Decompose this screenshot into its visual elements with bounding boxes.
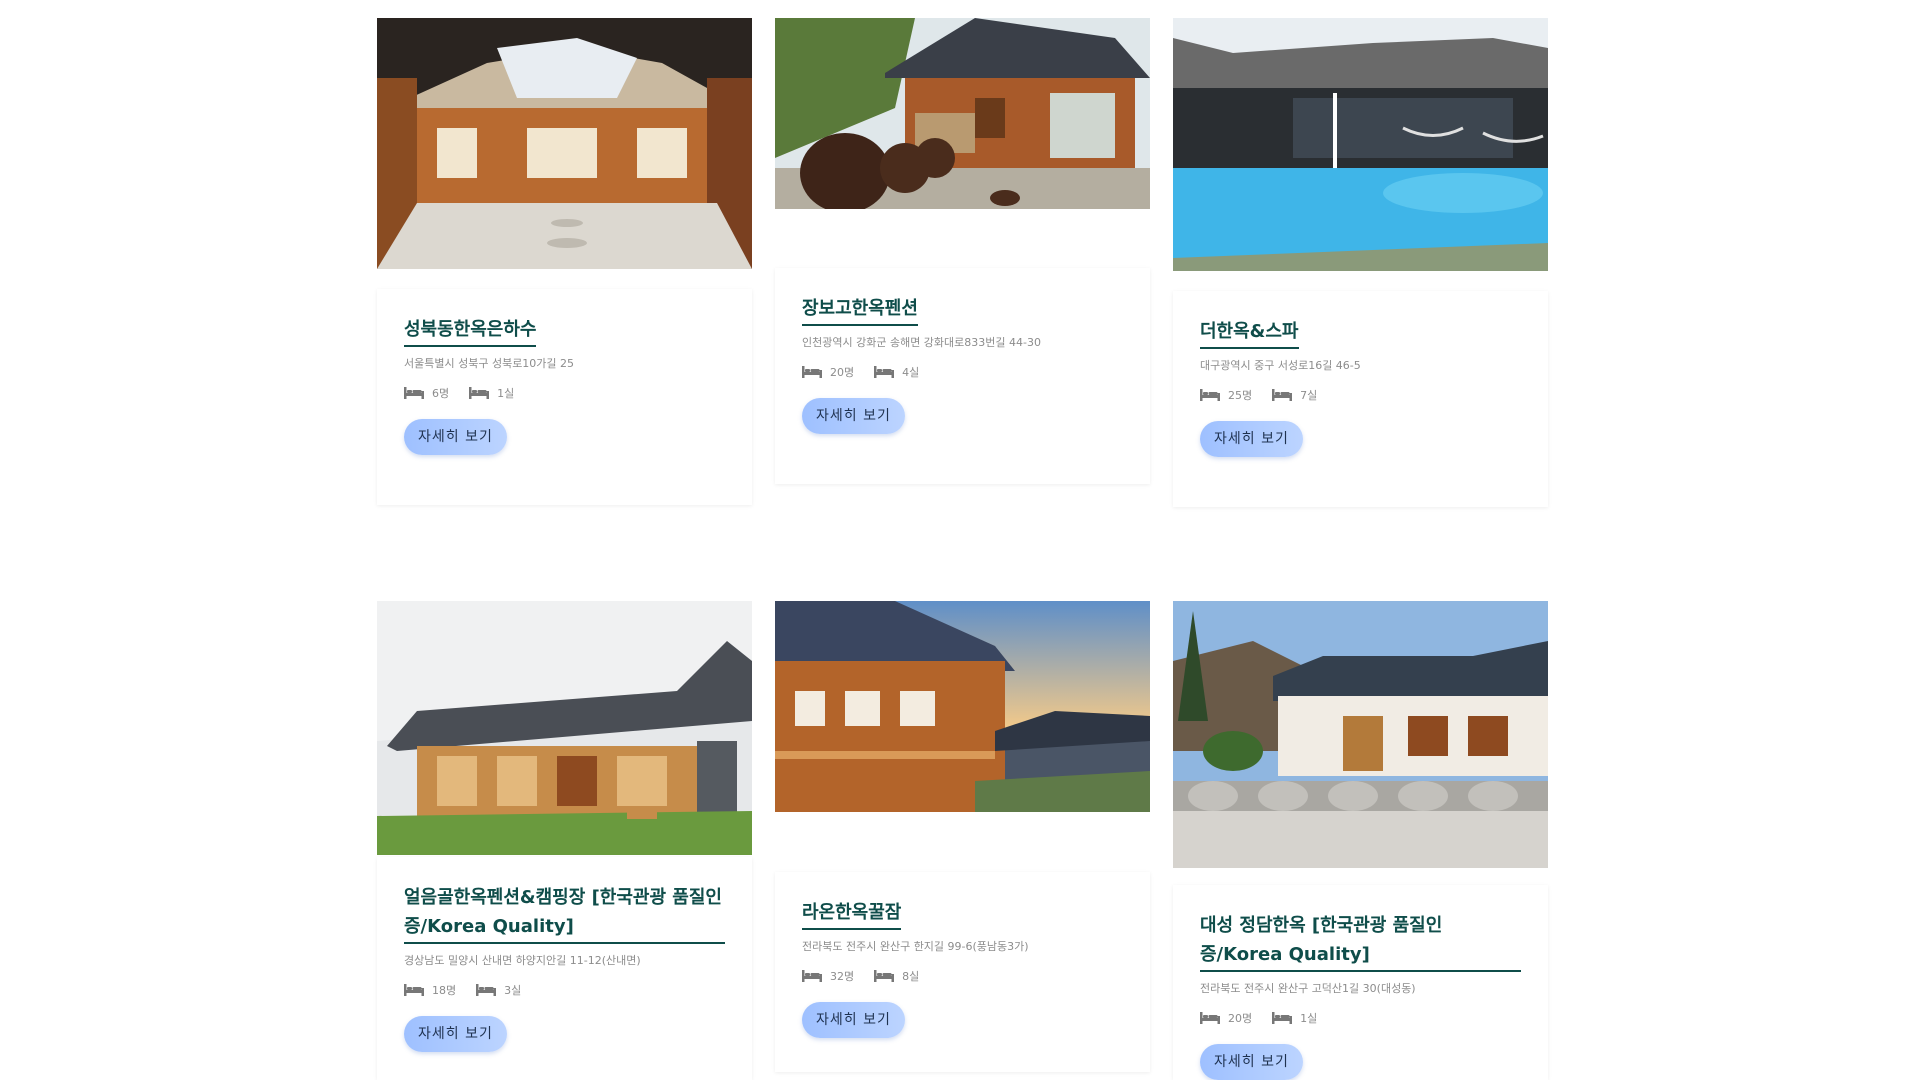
room-count-wrap: 7실 xyxy=(1272,387,1317,403)
room-count: 8실 xyxy=(902,970,920,983)
listing-info: 더한옥&스파 대구광역시 중구 서성로16길 46-5 25명 7실 자세히 보… xyxy=(1173,291,1548,507)
listing-title[interactable]: 대성 정담한옥 [한국관광 품질인증/Korea Quality] xyxy=(1200,911,1521,972)
guest-capacity: 18명 xyxy=(404,982,456,998)
room-count: 4실 xyxy=(902,366,920,379)
room-count-wrap: 8실 xyxy=(874,968,919,984)
room-count-wrap: 1실 xyxy=(469,385,514,401)
bed-icon xyxy=(1272,1012,1293,1024)
listing-photo[interactable] xyxy=(1173,601,1548,868)
guest-count: 6명 xyxy=(432,387,450,400)
guest-count: 20명 xyxy=(1228,1012,1253,1025)
bed-icon xyxy=(802,366,822,378)
detail-button[interactable]: 자세히 보기 xyxy=(404,419,507,455)
room-count-wrap: 1실 xyxy=(1272,1010,1317,1026)
listing-title[interactable]: 얼음골한옥펜션&캠핑장 [한국관광 품질인증/Korea Quality] xyxy=(404,883,725,944)
guest-capacity: 6명 xyxy=(404,385,449,401)
listing-title[interactable]: 성북동한옥은하수 xyxy=(404,315,537,347)
listing-info: 라온한옥꿀잠 전라북도 전주시 완산구 한지길 99-6(풍남동3가) 32명 … xyxy=(775,872,1150,1072)
listing-address: 경상남도 밀양시 산내면 하양지안길 11-12(산내면) xyxy=(404,954,641,967)
bed-icon xyxy=(469,387,490,399)
guest-count: 18명 xyxy=(432,984,457,997)
detail-button[interactable]: 자세히 보기 xyxy=(802,398,905,434)
listing-meta: 25명 7실 xyxy=(1200,387,1521,403)
listing-photo[interactable] xyxy=(377,601,752,855)
listing-photo[interactable] xyxy=(1173,18,1548,271)
detail-button[interactable]: 자세히 보기 xyxy=(802,1002,905,1038)
bed-icon xyxy=(1200,1012,1220,1024)
bed-icon xyxy=(476,984,497,996)
room-count: 1실 xyxy=(1300,1012,1318,1025)
detail-button[interactable]: 자세히 보기 xyxy=(1200,421,1303,457)
room-count-wrap: 4실 xyxy=(874,364,919,380)
room-count: 7실 xyxy=(1300,389,1318,402)
bed-icon xyxy=(1272,389,1293,401)
listing-info: 대성 정담한옥 [한국관광 품질인증/Korea Quality] 전라북도 전… xyxy=(1173,885,1548,1080)
guest-count: 20명 xyxy=(830,366,855,379)
bed-icon xyxy=(404,984,424,996)
guest-count: 32명 xyxy=(830,970,855,983)
listing-address: 인천광역시 강화군 송해면 강화대로833번길 44-30 xyxy=(802,336,1041,349)
room-count-wrap: 3실 xyxy=(476,982,521,998)
bed-icon xyxy=(874,366,895,378)
listing-address: 전라북도 전주시 완산구 고덕산1길 30(대성동) xyxy=(1200,982,1416,995)
listing-address: 대구광역시 중구 서성로16길 46-5 xyxy=(1200,359,1361,372)
listing-title[interactable]: 더한옥&스파 xyxy=(1200,317,1299,349)
listing-grid: 성북동한옥은하수 서울특별시 성북구 성북로10가길 25 6명 1실 자세히 … xyxy=(0,0,1920,1080)
listing-meta: 32명 8실 xyxy=(802,968,1123,984)
room-count: 3실 xyxy=(504,984,522,997)
guest-capacity: 32명 xyxy=(802,968,854,984)
listing-meta: 6명 1실 xyxy=(404,385,725,401)
listing-title[interactable]: 장보고한옥펜션 xyxy=(802,294,918,326)
detail-button[interactable]: 자세히 보기 xyxy=(404,1016,507,1052)
listing-photo[interactable] xyxy=(775,18,1150,209)
listing-address: 서울특별시 성북구 성북로10가길 25 xyxy=(404,357,575,370)
listing-info: 얼음골한옥펜션&캠핑장 [한국관광 품질인증/Korea Quality] 경상… xyxy=(377,857,752,1080)
listing-photo[interactable] xyxy=(775,601,1150,812)
bed-icon xyxy=(1200,389,1220,401)
listing-address: 전라북도 전주시 완산구 한지길 99-6(풍남동3가) xyxy=(802,940,1029,953)
listing-photo[interactable] xyxy=(377,18,752,269)
guest-capacity: 20명 xyxy=(1200,1010,1252,1026)
listing-info: 성북동한옥은하수 서울특별시 성북구 성북로10가길 25 6명 1실 자세히 … xyxy=(377,289,752,505)
bed-icon xyxy=(874,970,895,982)
room-count: 1실 xyxy=(497,387,515,400)
guest-capacity: 25명 xyxy=(1200,387,1252,403)
guest-capacity: 20명 xyxy=(802,364,854,380)
detail-button[interactable]: 자세히 보기 xyxy=(1200,1044,1303,1080)
listing-meta: 18명 3실 xyxy=(404,982,725,998)
guest-count: 25명 xyxy=(1228,389,1253,402)
listing-info: 장보고한옥펜션 인천광역시 강화군 송해면 강화대로833번길 44-30 20… xyxy=(775,268,1150,484)
bed-icon xyxy=(404,387,424,399)
listing-meta: 20명 1실 xyxy=(1200,1010,1521,1026)
listing-title[interactable]: 라온한옥꿀잠 xyxy=(802,898,902,930)
listing-meta: 20명 4실 xyxy=(802,364,1123,380)
bed-icon xyxy=(802,970,822,982)
